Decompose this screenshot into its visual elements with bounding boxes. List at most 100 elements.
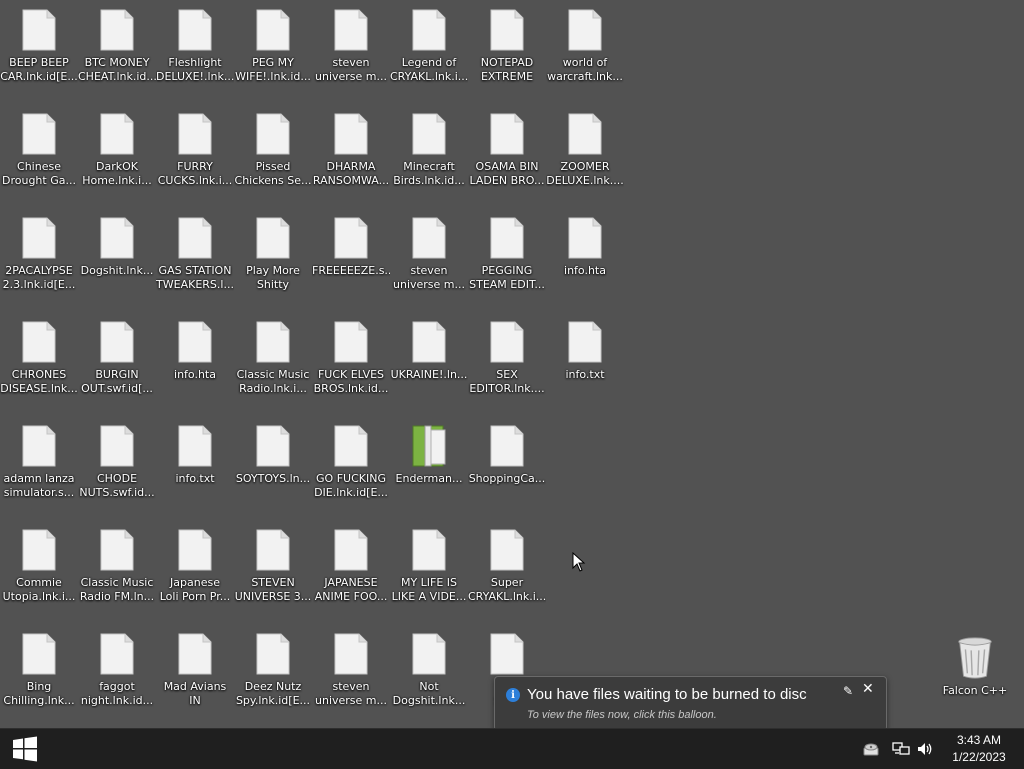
blank-file-icon <box>334 633 368 675</box>
desktop-icon[interactable]: BEEP BEEP CAR.lnk.id[E... <box>0 0 78 100</box>
desktop-icon[interactable]: UKRAINE!.ln... <box>390 312 468 412</box>
desktop-icon[interactable]: steven universe m... <box>312 0 390 100</box>
desktop-icon[interactable]: Mad Avians IN SPACE!.ln... <box>156 624 234 724</box>
desktop-icon-label: world of warcraft.lnk... <box>547 56 623 83</box>
clock-date: 1/22/2023 <box>952 750 1006 764</box>
desktop-icon[interactable]: Commie Utopia.lnk.i... <box>0 520 78 620</box>
desktop-icon[interactable]: Deez Nutz Spy.lnk.id[E... <box>234 624 312 724</box>
desktop-icon[interactable]: FUCK ELVES BROS.lnk.id... <box>312 312 390 412</box>
burn-notification-balloon[interactable]: i You have files waiting to be burned to… <box>494 676 887 739</box>
desktop-icon[interactable]: Classic Music Radio FM.ln... <box>78 520 156 620</box>
volume-icon[interactable] <box>915 739 935 759</box>
desktop-icon[interactable]: CHODE NUTS.swf.id... <box>78 416 156 516</box>
desktop-icon-label: Pissed Chickens Se... <box>234 160 312 187</box>
desktop-icon[interactable]: BTC MONEY CHEAT.lnk.id... <box>78 0 156 100</box>
blank-file-icon <box>100 217 134 259</box>
desktop-icon[interactable]: Bing Chilling.lnk... <box>0 624 78 724</box>
desktop-icon[interactable]: NOTEPAD EXTREME ED... <box>468 0 546 100</box>
burn-disc-icon[interactable] <box>861 739 881 759</box>
desktop-icon-label: Dogshit.lnk... <box>80 264 154 277</box>
desktop-icon[interactable]: GO FUCKING DIE.lnk.id[E... <box>312 416 390 516</box>
desktop-icon[interactable]: PEGGING STEAM EDIT... <box>468 208 546 308</box>
network-icon[interactable] <box>891 739 911 759</box>
pin-icon[interactable]: ✎ <box>843 684 853 698</box>
desktop-icon[interactable]: adamn lanza simulator.s... <box>0 416 78 516</box>
desktop-icon-label: CHRONES DISEASE.lnk... <box>0 368 78 395</box>
desktop-icon[interactable]: DarkOK Home.lnk.i... <box>78 104 156 204</box>
desktop-icon[interactable]: info.txt <box>546 312 624 412</box>
desktop-icon[interactable]: BURGIN OUT.swf.id[... <box>78 312 156 412</box>
close-balloon-button[interactable]: ✕ <box>862 681 874 697</box>
desktop-icon[interactable]: Japanese Loli Porn Pr... <box>156 520 234 620</box>
desktop-icon[interactable]: ZOOMER DELUXE.lnk.... <box>546 104 624 204</box>
blank-file-icon <box>334 529 368 571</box>
desktop-icon[interactable]: MY LIFE IS LIKE A VIDE... <box>390 520 468 620</box>
desktop-icon-label: BURGIN OUT.swf.id[... <box>81 368 153 395</box>
desktop-icon[interactable]: Pissed Chickens Se... <box>234 104 312 204</box>
desktop-icon[interactable]: Play More Shitty Game... <box>234 208 312 308</box>
desktop-icon[interactable]: SEX EDITOR.lnk.... <box>468 312 546 412</box>
desktop-icon[interactable]: info.hta <box>546 208 624 308</box>
desktop-icon[interactable]: DHARMA RANSOMWA... <box>312 104 390 204</box>
system-clock[interactable]: 3:43 AM 1/22/2023 <box>938 732 1020 766</box>
mouse-cursor-icon <box>572 552 586 572</box>
blank-file-icon <box>490 633 524 675</box>
desktop-icon[interactable]: FREEEEEZE.s... <box>312 208 390 308</box>
blank-file-icon <box>22 529 56 571</box>
desktop-icon[interactable]: Classic Music Radio.lnk.i... <box>234 312 312 412</box>
desktop-icon-label: UKRAINE!.ln... <box>390 368 468 381</box>
blank-file-icon <box>22 9 56 51</box>
desktop-icon[interactable]: steven universe m... <box>390 208 468 308</box>
balloon-title: You have files waiting to be burned to d… <box>527 686 807 703</box>
desktop-icon-label: info.hta <box>174 368 216 381</box>
recycle-bin-icon <box>958 637 992 679</box>
blank-file-icon <box>490 217 524 259</box>
desktop-icon[interactable]: STEVEN UNIVERSE 3... <box>234 520 312 620</box>
desktop-icon-label: NOTEPAD EXTREME ED... <box>480 56 534 83</box>
recycle-bin-shortcut[interactable]: Falcon C++ <box>936 628 1014 728</box>
desktop-icon-label: FURRY CUCKS.lnk.i... <box>157 160 233 187</box>
blank-file-icon <box>490 529 524 571</box>
blank-file-icon <box>334 321 368 363</box>
blank-file-icon <box>334 217 368 259</box>
blank-file-icon <box>256 529 290 571</box>
desktop-icon-label: Japanese Loli Porn Pr... <box>159 576 231 603</box>
desktop[interactable]: BEEP BEEP CAR.lnk.id[E... BTC MONEY CHEAT… <box>0 0 1024 728</box>
blank-file-icon <box>178 217 212 259</box>
desktop-icon[interactable]: info.txt <box>156 416 234 516</box>
desktop-icon[interactable]: GAS STATION TWEAKERS.l... <box>156 208 234 308</box>
desktop-icon-label: Deez Nutz Spy.lnk.id[E... <box>235 680 311 707</box>
recycle-bin-label: Falcon C++ <box>942 684 1008 697</box>
desktop-icon-label: adamn lanza simulator.s... <box>3 472 75 499</box>
desktop-icon[interactable]: PEG MY WIFE!.lnk.id... <box>234 0 312 100</box>
desktop-icon-label: Play More Shitty Game... <box>246 264 300 291</box>
desktop-icon[interactable]: FURRY CUCKS.lnk.i... <box>156 104 234 204</box>
desktop-icon[interactable]: SOYTOYS.ln... <box>234 416 312 516</box>
desktop-icon[interactable]: steven universe m... <box>312 624 390 724</box>
desktop-icon[interactable]: ShoppingCa... <box>468 416 546 516</box>
desktop-icon-label: Bing Chilling.lnk... <box>3 680 75 707</box>
desktop-icon[interactable]: faggot night.lnk.id... <box>78 624 156 724</box>
blank-file-icon <box>256 425 290 467</box>
blank-file-icon <box>22 113 56 155</box>
desktop-icon-label: SEX EDITOR.lnk.... <box>469 368 545 395</box>
desktop-icon[interactable]: 2PACALYPSE 2.3.lnk.id[E... <box>0 208 78 308</box>
start-button[interactable] <box>0 729 50 769</box>
blank-file-icon <box>256 633 290 675</box>
desktop-icon[interactable]: Enderman... <box>390 416 468 516</box>
blank-file-icon <box>22 321 56 363</box>
desktop-icon[interactable]: Chinese Drought Ga... <box>0 104 78 204</box>
desktop-icon[interactable]: OSAMA BIN LADEN BRO... <box>468 104 546 204</box>
desktop-icon-label: STEVEN UNIVERSE 3... <box>234 576 312 603</box>
desktop-icon[interactable]: Legend of CRYAKL.lnk.i... <box>390 0 468 100</box>
desktop-icon[interactable]: Not Dogshit.lnk... <box>390 624 468 724</box>
desktop-icon[interactable]: CHRONES DISEASE.lnk... <box>0 312 78 412</box>
desktop-icon[interactable]: world of warcraft.lnk... <box>546 0 624 100</box>
desktop-icon[interactable]: Minecraft Birds.lnk.id... <box>390 104 468 204</box>
desktop-icon[interactable]: Fleshlight DELUXE!.lnk... <box>156 0 234 100</box>
desktop-icon[interactable]: Dogshit.lnk... <box>78 208 156 308</box>
desktop-icon[interactable]: JAPANESE ANIME FOO... <box>312 520 390 620</box>
desktop-icon[interactable]: info.hta <box>156 312 234 412</box>
info-icon: i <box>506 688 520 702</box>
desktop-icon[interactable]: Super CRYAKL.lnk.i... <box>468 520 546 620</box>
